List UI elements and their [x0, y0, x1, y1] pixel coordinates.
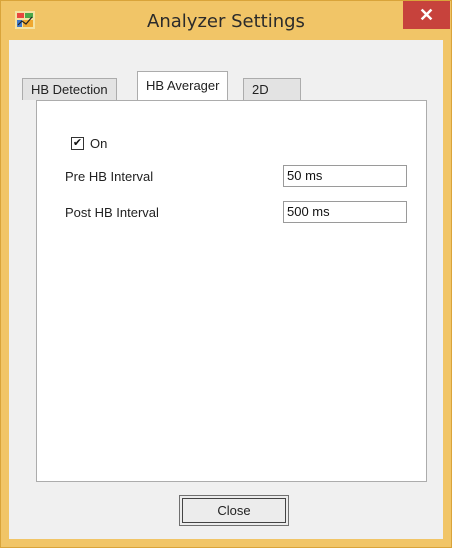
window-close-button[interactable]: ✕	[403, 1, 450, 29]
post-hb-interval-spinner[interactable]: ▲ ▼	[283, 201, 452, 223]
title-bar[interactable]: Analyzer Settings ✕	[1, 1, 451, 39]
pre-hb-interval-spinner[interactable]: ▲ ▼	[283, 165, 452, 187]
post-hb-interval-input[interactable]	[284, 202, 452, 222]
tab-strip: HB Detection HB Averager 2D	[22, 70, 442, 100]
analyzer-settings-window: Analyzer Settings ✕ HB Detection HB Aver…	[0, 0, 452, 548]
tab-hb-detection[interactable]: HB Detection	[22, 78, 117, 100]
close-icon: ✕	[418, 4, 435, 25]
post-hb-interval-row: Post HB Interval ▲ ▼	[65, 201, 452, 223]
close-button[interactable]: Close	[179, 495, 289, 526]
on-checkbox[interactable]: ✔	[71, 137, 84, 150]
post-hb-interval-label: Post HB Interval	[65, 204, 159, 220]
window-title: Analyzer Settings	[147, 11, 305, 32]
hb-averager-panel: ✔ On Pre HB Interval ▲ ▼ Post HB Interva…	[36, 100, 452, 482]
tab-hb-averager[interactable]: HB Averager	[137, 71, 229, 100]
pre-hb-interval-row: Pre HB Interval ▲ ▼	[65, 165, 452, 187]
on-checkbox-row[interactable]: ✔ On	[71, 136, 107, 151]
on-checkbox-label: On	[90, 136, 108, 151]
dialog-body: HB Detection HB Averager 2D ✔ On Pre HB …	[9, 40, 452, 539]
pre-hb-interval-label: Pre HB Interval	[65, 168, 154, 184]
pre-hb-interval-input[interactable]	[284, 166, 452, 186]
checkmark-icon: ✔	[72, 137, 83, 149]
tab-2d[interactable]: 2D	[243, 78, 301, 100]
